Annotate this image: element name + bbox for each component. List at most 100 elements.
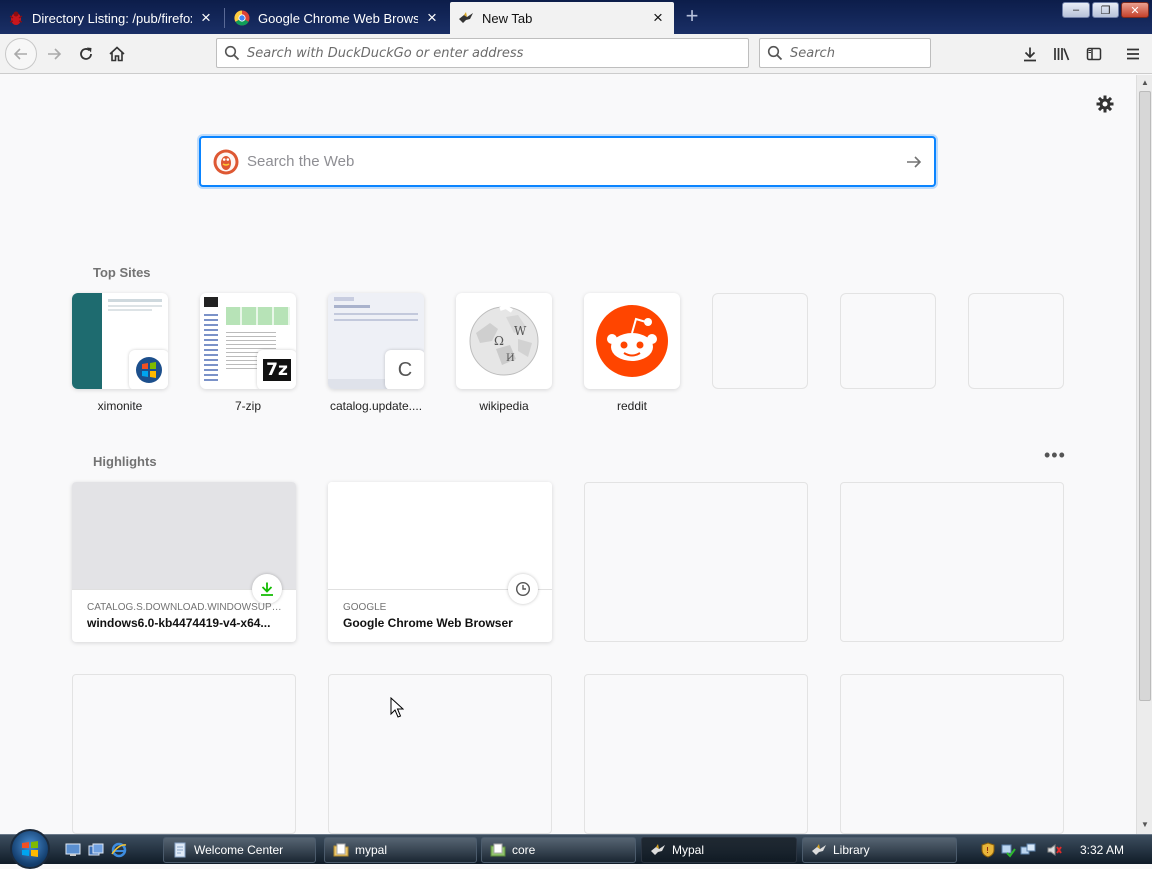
top-site-label: reddit bbox=[616, 399, 648, 413]
navigation-toolbar bbox=[0, 34, 1152, 74]
network-computers-icon[interactable] bbox=[1020, 842, 1036, 858]
clock-icon bbox=[508, 574, 538, 604]
site-thumbnail bbox=[584, 293, 680, 389]
tab-strip: Directory Listing: /pub/firefox/ × Googl… bbox=[0, 0, 1152, 34]
system-clock[interactable]: 3:32 AM bbox=[1080, 843, 1124, 857]
new-tab-page: Top Sites ximonite 7z bbox=[0, 75, 1136, 834]
scroll-down-arrow-icon[interactable]: ▼ bbox=[1140, 820, 1150, 829]
top-sites-heading: Top Sites bbox=[93, 265, 151, 280]
taskbar-label: Library bbox=[833, 843, 870, 857]
svg-text:!: ! bbox=[986, 846, 989, 855]
new-tab-button[interactable]: + bbox=[680, 5, 704, 29]
internet-explorer-icon[interactable] bbox=[110, 841, 128, 859]
highlight-card-google[interactable]: GOOGLE Google Chrome Web Browser bbox=[328, 482, 552, 642]
top-site-reddit[interactable]: reddit bbox=[584, 293, 680, 413]
highlight-empty bbox=[584, 482, 808, 642]
network-check-icon[interactable] bbox=[1000, 842, 1016, 858]
taskbar-mypal-browser[interactable]: Mypal bbox=[641, 837, 797, 863]
svg-text:W: W bbox=[514, 324, 527, 338]
highlight-source: GOOGLE bbox=[343, 602, 387, 613]
sidebar-icon bbox=[1086, 47, 1102, 61]
close-tab-icon[interactable]: × bbox=[650, 8, 666, 28]
url-bar[interactable] bbox=[216, 38, 749, 68]
url-input[interactable] bbox=[247, 45, 737, 61]
volume-muted-icon[interactable] bbox=[1046, 842, 1062, 858]
scrollbar-thumb[interactable] bbox=[1139, 91, 1151, 701]
catalog-letter-icon: C bbox=[385, 350, 424, 389]
site-thumbnail: Ω W И bbox=[456, 293, 552, 389]
tab-google-chrome[interactable]: Google Chrome Web Browser × bbox=[226, 2, 448, 34]
close-window-button[interactable]: ✕ bbox=[1121, 2, 1149, 18]
wikipedia-logo-icon: Ω W И bbox=[469, 304, 539, 376]
highlight-empty bbox=[840, 482, 1064, 642]
site-thumbnail bbox=[72, 293, 168, 389]
close-tab-icon[interactable]: × bbox=[424, 8, 440, 28]
document-icon bbox=[172, 842, 188, 858]
switch-windows-icon[interactable] bbox=[87, 841, 105, 859]
top-site-wikipedia[interactable]: Ω W И wikipedia bbox=[456, 293, 552, 413]
download-icon bbox=[252, 574, 282, 604]
search-icon bbox=[760, 45, 790, 61]
taskbar-label: core bbox=[512, 843, 536, 857]
highlight-card-download[interactable]: CATALOG.S.DOWNLOAD.WINDOWSUPDA... window… bbox=[72, 482, 296, 642]
show-desktop-icon[interactable] bbox=[64, 841, 82, 859]
top-site-ximonite[interactable]: ximonite bbox=[72, 293, 168, 413]
top-site-empty[interactable] bbox=[968, 293, 1064, 389]
top-site-empty[interactable] bbox=[712, 293, 808, 389]
forward-button[interactable] bbox=[40, 40, 68, 68]
tab-new-tab[interactable]: New Tab × bbox=[450, 2, 674, 34]
folder-icon bbox=[490, 842, 506, 858]
tab-title: Google Chrome Web Browser bbox=[258, 10, 418, 26]
scroll-up-arrow-icon[interactable]: ▲ bbox=[1140, 78, 1150, 87]
mouse-cursor-icon bbox=[390, 697, 404, 718]
taskbar-mypal-folder[interactable]: mypal bbox=[324, 837, 477, 863]
back-button[interactable] bbox=[5, 38, 37, 70]
reload-icon bbox=[80, 47, 92, 60]
site-thumbnail: C bbox=[328, 293, 424, 389]
highlight-title: Google Chrome Web Browser bbox=[343, 616, 513, 630]
highlight-empty bbox=[840, 674, 1064, 834]
security-shield-icon[interactable]: ! bbox=[980, 842, 996, 858]
downloads-button[interactable] bbox=[1016, 40, 1044, 68]
arrow-left-icon bbox=[13, 48, 27, 60]
top-site-empty[interactable] bbox=[840, 293, 936, 389]
taskbar-welcome-center[interactable]: Welcome Center bbox=[163, 837, 316, 863]
top-site-label: 7-zip bbox=[234, 399, 261, 413]
highlight-title: windows6.0-kb4474419-v4-x64... bbox=[87, 616, 271, 630]
library-button[interactable] bbox=[1048, 40, 1076, 68]
maximize-button[interactable]: ❐ bbox=[1092, 2, 1119, 18]
taskbar-core-folder[interactable]: core bbox=[481, 837, 636, 863]
menu-button[interactable] bbox=[1119, 40, 1147, 68]
top-site-label: catalog.update.... bbox=[329, 399, 423, 413]
reload-button[interactable] bbox=[72, 40, 100, 68]
7z-badge-text: 7z bbox=[263, 359, 291, 381]
gear-icon bbox=[1096, 95, 1114, 113]
7z-logo-icon: 7z bbox=[257, 350, 296, 389]
top-site-catalog-update[interactable]: C catalog.update.... bbox=[328, 293, 424, 413]
search-bar[interactable] bbox=[759, 38, 931, 68]
taskbar-label: Welcome Center bbox=[194, 843, 284, 857]
top-site-label: wikipedia bbox=[479, 399, 529, 413]
highlight-empty bbox=[328, 674, 552, 834]
minimize-button[interactable]: – bbox=[1062, 2, 1090, 18]
arrow-right-icon[interactable] bbox=[894, 153, 934, 171]
site-thumbnail: 7z bbox=[200, 293, 296, 389]
search-input[interactable] bbox=[790, 45, 920, 61]
web-search-box[interactable] bbox=[199, 136, 936, 187]
highlights-more-icon[interactable]: ••• bbox=[1044, 446, 1066, 464]
home-button[interactable] bbox=[103, 40, 131, 68]
duckduckgo-logo-icon bbox=[213, 149, 239, 174]
top-site-7-zip[interactable]: 7z 7-zip bbox=[200, 293, 296, 413]
tab-directory-listing[interactable]: Directory Listing: /pub/firefox/ × bbox=[0, 2, 222, 34]
start-button[interactable] bbox=[10, 829, 50, 869]
arrow-right-icon bbox=[48, 48, 62, 60]
top-site-label: ximonite bbox=[97, 399, 143, 413]
empty-tile bbox=[712, 293, 808, 389]
close-tab-icon[interactable]: × bbox=[198, 8, 214, 28]
highlight-empty bbox=[72, 674, 296, 834]
web-search-input[interactable] bbox=[247, 153, 894, 170]
sidebar-button[interactable] bbox=[1080, 40, 1108, 68]
vertical-scrollbar[interactable]: ▲ ▼ bbox=[1136, 75, 1152, 834]
taskbar-library[interactable]: Library bbox=[802, 837, 957, 863]
settings-gear-button[interactable] bbox=[1095, 94, 1115, 114]
